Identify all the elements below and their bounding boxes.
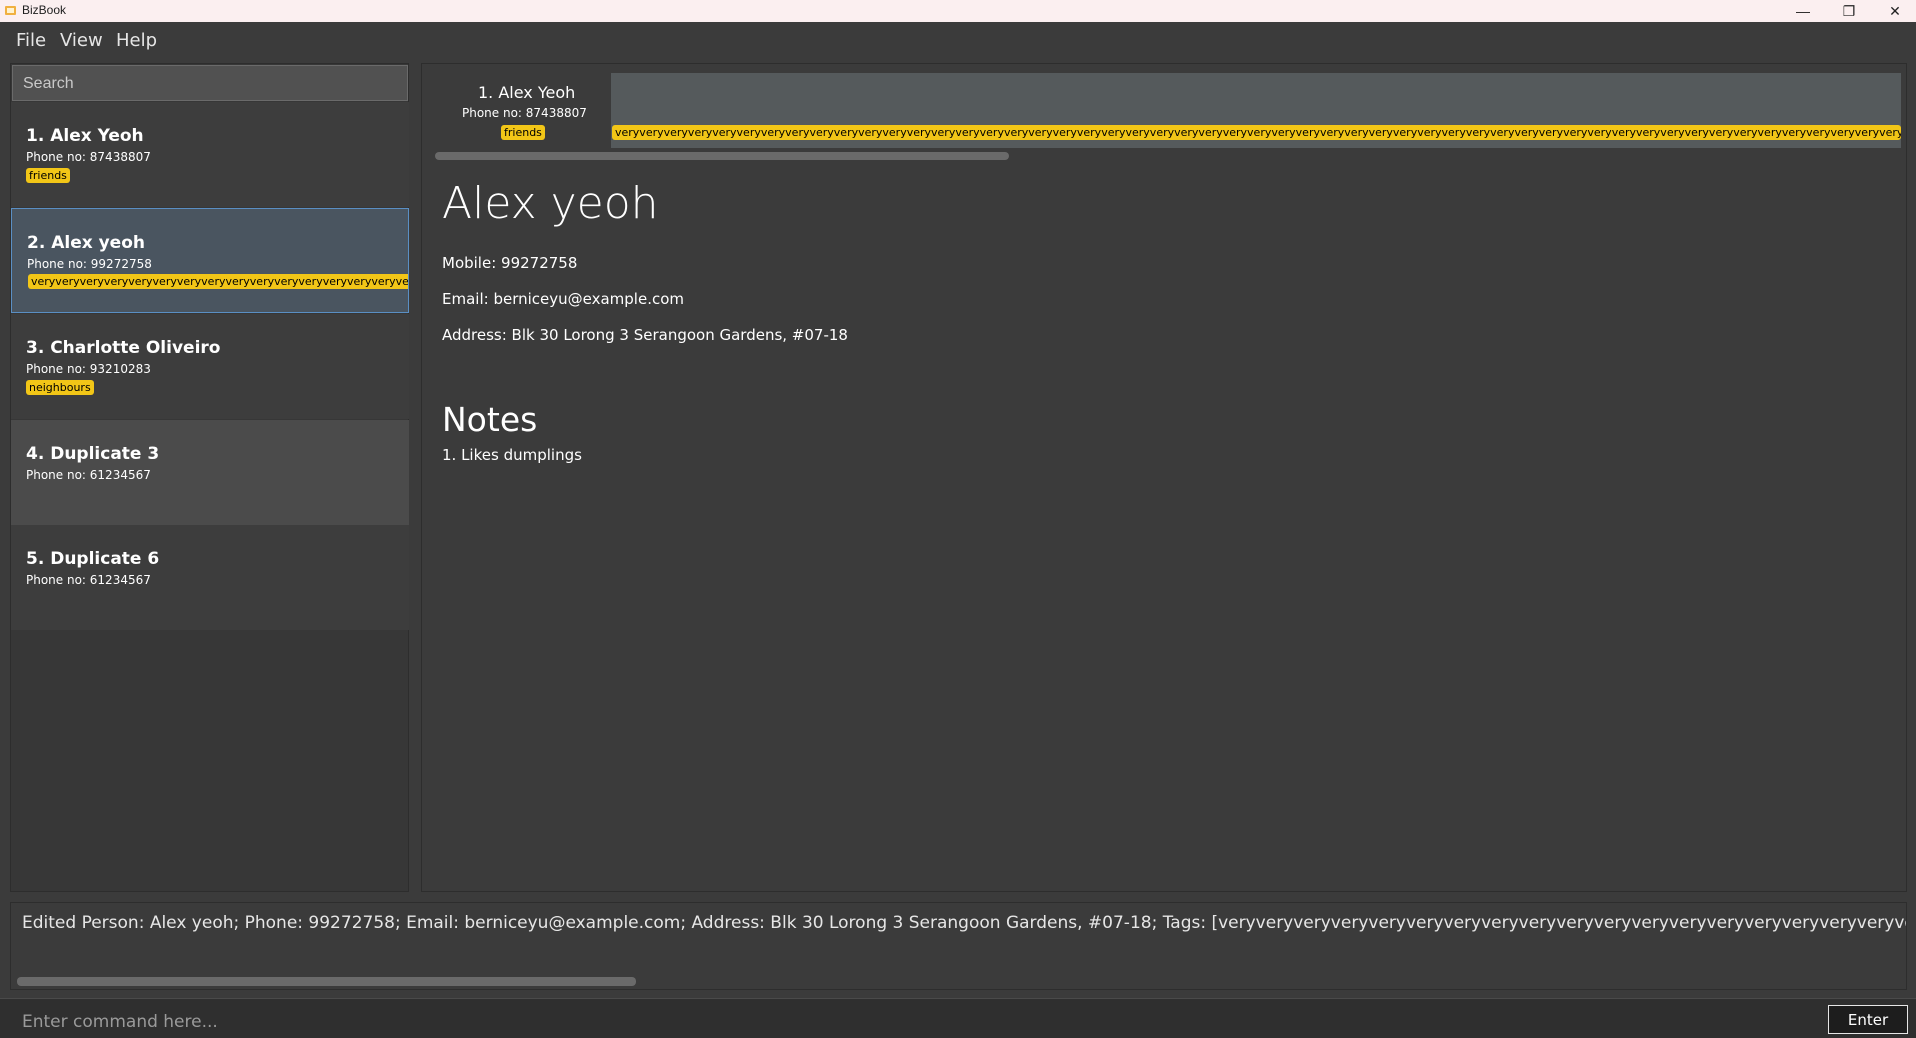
person-card[interactable]: 3. Charlotte Oliveiro Phone no: 93210283… — [11, 314, 409, 419]
pinned-person-name: 1. Alex Yeoh — [478, 83, 576, 102]
tag-badge: neighbours — [26, 380, 94, 395]
person-card[interactable]: 1. Alex Yeoh Phone no: 87438807 friends — [11, 102, 409, 207]
person-name: 1. Alex Yeoh — [26, 126, 144, 146]
menu-view[interactable]: View — [60, 30, 103, 51]
menu-file[interactable]: File — [16, 30, 46, 51]
close-button[interactable]: ✕ — [1872, 0, 1916, 22]
restore-button[interactable]: ❐ — [1826, 0, 1872, 22]
person-name: 4. Duplicate 3 — [26, 444, 160, 464]
person-card-selected[interactable]: 2. Alex yeoh Phone no: 99272758 veryvery… — [11, 208, 409, 313]
tag-badge: veryveryveryveryveryveryveryveryveryvery… — [28, 274, 408, 289]
person-name: 2. Alex yeoh — [27, 233, 145, 253]
detail-email: Email: berniceyu@example.com — [442, 290, 684, 308]
menu-bar: File View Help — [0, 22, 1916, 58]
pinned-long-tag: veryveryveryveryveryveryveryveryveryvery… — [612, 125, 1901, 140]
command-placeholder: Enter command here... — [22, 1012, 218, 1032]
person-phone: Phone no: 99272758 — [27, 257, 152, 271]
minimize-button[interactable]: — — [1780, 0, 1826, 22]
detail-address: Address: Blk 30 Lorong 3 Serangoon Garde… — [442, 326, 848, 344]
person-card[interactable]: 4. Duplicate 3 Phone no: 61234567 — [11, 420, 409, 525]
menu-help[interactable]: Help — [116, 30, 157, 51]
tag-badge: friends — [26, 168, 70, 183]
tag-badge: friends — [501, 125, 545, 140]
search-placeholder: Search — [23, 75, 74, 92]
notes-heading: Notes — [442, 400, 538, 439]
detail-person-name: Alex yeoh — [442, 178, 659, 229]
person-phone: Phone no: 93210283 — [26, 362, 151, 376]
person-phone: Phone no: 61234567 — [26, 468, 151, 482]
person-name: 3. Charlotte Oliveiro — [26, 338, 221, 358]
search-input[interactable]: Search — [12, 65, 408, 101]
person-card[interactable]: 5. Duplicate 6 Phone no: 61234567 — [11, 525, 409, 630]
person-name: 5. Duplicate 6 — [26, 549, 160, 569]
pinned-person-phone: Phone no: 87438807 — [462, 106, 587, 120]
detail-mobile: Mobile: 99272758 — [442, 254, 578, 272]
title-bar: BizBook — ❐ ✕ — [0, 0, 1916, 22]
result-scrollbar[interactable] — [17, 977, 636, 986]
result-text: Edited Person: Alex yeoh; Phone: 9927275… — [22, 913, 1906, 933]
command-input[interactable]: Enter command here... — [0, 998, 1916, 1038]
app-logo-icon — [5, 6, 16, 15]
person-phone: Phone no: 87438807 — [26, 150, 151, 164]
person-phone: Phone no: 61234567 — [26, 573, 151, 587]
note-item: 1. Likes dumplings — [442, 446, 582, 464]
enter-button[interactable]: Enter — [1828, 1005, 1908, 1034]
window-title: BizBook — [22, 3, 67, 17]
pinned-person-card[interactable]: 1. Alex Yeoh Phone no: 87438807 friends — [431, 73, 611, 148]
pinned-strip-scrollbar[interactable] — [435, 152, 1009, 160]
